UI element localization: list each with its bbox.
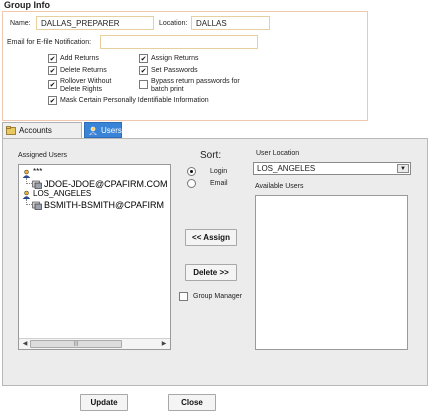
scroll-left-icon[interactable]: ◀ (20, 340, 30, 349)
user-location-value: LOS_ANGELES (257, 164, 316, 173)
rollover-label-line1: Rollover Without (60, 78, 112, 85)
assign-button[interactable]: << Assign (185, 229, 237, 246)
accounts-icon (6, 126, 16, 135)
group-manager-checkbox[interactable] (179, 292, 188, 301)
tab-bar: Accounts Users (2, 122, 428, 138)
scroll-thumb[interactable]: ||| (30, 340, 122, 348)
add-returns-checkbox[interactable] (48, 54, 57, 63)
close-button[interactable]: Close (168, 394, 216, 411)
rollover-checkbox[interactable] (48, 80, 57, 89)
scroll-right-icon[interactable]: ▶ (159, 340, 169, 349)
add-returns-label: Add Returns (60, 55, 99, 62)
users-icon (89, 126, 97, 135)
delete-returns-label: Delete Returns (60, 67, 107, 74)
user-icon (32, 201, 42, 210)
location-field[interactable]: DALLAS (191, 16, 270, 30)
tree-item-user[interactable]: BSMITH-BSMITH@CPAFIRM (44, 200, 164, 210)
sort-email-radio[interactable] (187, 179, 196, 188)
tree-item-user[interactable]: JDOE-JDOE@CPAFIRM.COM (44, 179, 167, 189)
user-icon (32, 180, 42, 189)
sort-login-label: Login (210, 168, 228, 175)
group-info-title: Group Info (4, 0, 50, 10)
sort-email-label: Email (210, 180, 228, 187)
rollover-label-line2: Delete Rights (60, 86, 103, 93)
update-button[interactable]: Update (80, 394, 128, 411)
tab-accounts-label: Accounts (19, 126, 52, 135)
email-label: Email for E-file Notification: (7, 39, 92, 46)
group-icon (22, 190, 31, 199)
user-location-label: User Location (256, 150, 300, 157)
group-icon (22, 169, 31, 178)
assigned-users-scrollbar[interactable]: ◀ ||| ▶ (19, 338, 170, 349)
set-passwords-label: Set Passwords (151, 67, 198, 74)
bypass-label-line2: batch print (151, 86, 184, 93)
assign-returns-label: Assign Returns (151, 55, 199, 62)
assign-returns-checkbox[interactable] (139, 54, 148, 63)
location-label: Location: (159, 20, 188, 27)
tab-users-label: Users (101, 126, 122, 135)
sort-login-radio[interactable] (187, 167, 196, 176)
group-manager-label: Group Manager (193, 293, 243, 300)
bypass-passwords-checkbox[interactable] (139, 80, 148, 89)
tab-accounts[interactable]: Accounts (2, 122, 82, 138)
email-field[interactable] (100, 35, 258, 49)
tree-item-group[interactable]: LOS_ANGELES (33, 189, 91, 198)
bypass-label-line1: Bypass return passwords for (151, 78, 240, 85)
delete-returns-checkbox[interactable] (48, 66, 57, 75)
user-location-select[interactable]: LOS_ANGELES ▼ (253, 162, 411, 175)
name-field[interactable]: DALLAS_PREPARER (36, 16, 154, 30)
available-users-list[interactable] (255, 195, 408, 350)
sort-title: Sort: (200, 150, 222, 161)
tab-users[interactable]: Users (84, 122, 122, 138)
assigned-users-label: Assigned Users (18, 152, 68, 159)
delete-button[interactable]: Delete >> (185, 264, 237, 281)
set-passwords-checkbox[interactable] (139, 66, 148, 75)
tree-item-group[interactable]: *** (33, 167, 42, 176)
mask-pii-checkbox[interactable] (48, 96, 57, 105)
mask-pii-label: Mask Certain Personally Identifiable Inf… (60, 97, 209, 104)
name-label: Name: (10, 20, 31, 27)
chevron-down-icon[interactable]: ▼ (397, 164, 409, 173)
available-users-label: Available Users (255, 183, 304, 190)
assigned-users-tree[interactable]: *** JDOE-JDOE@CPAFIRM.COM LOS_ANGELES BS… (18, 164, 171, 350)
